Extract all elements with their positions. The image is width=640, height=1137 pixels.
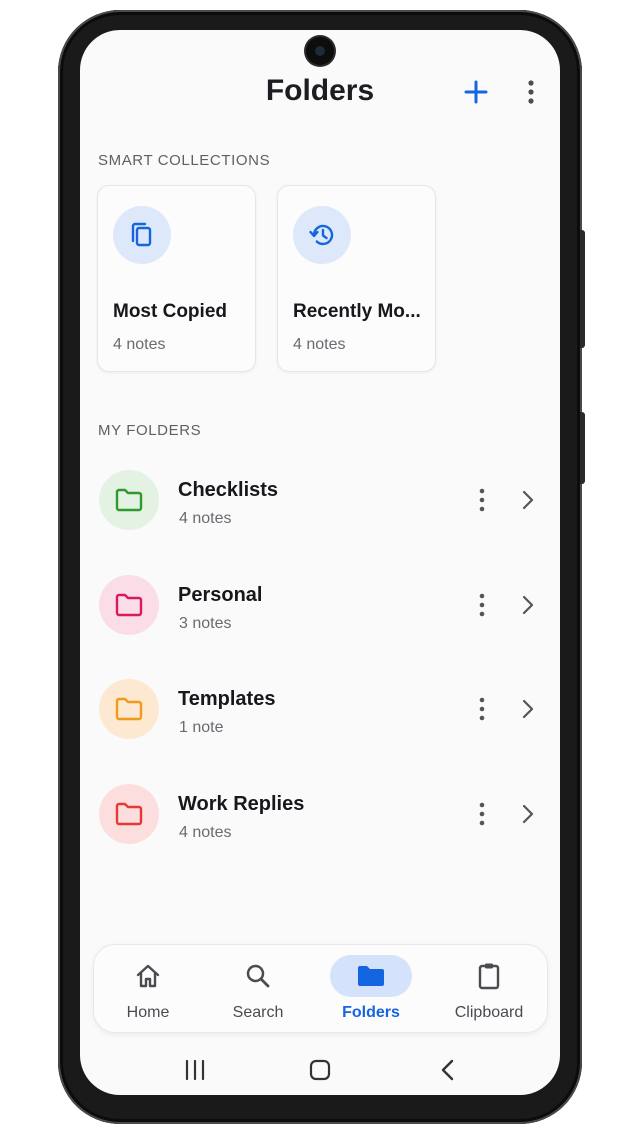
more-vert-icon — [479, 593, 485, 617]
smart-collection-most-copied[interactable]: Most Copied 4 notes — [97, 185, 256, 372]
home-system-button[interactable] — [300, 1052, 340, 1088]
more-options-button[interactable] — [520, 76, 542, 108]
smart-collection-recently-modified[interactable]: Recently Mo... 4 notes — [277, 185, 436, 372]
collection-title: Most Copied — [113, 301, 227, 322]
folder-more-button[interactable] — [472, 696, 492, 722]
folder-row-work-replies[interactable]: Work Replies 4 notes — [80, 774, 560, 854]
recent-apps-button[interactable] — [175, 1052, 215, 1088]
folder-name: Checklists — [178, 479, 279, 501]
home-icon — [93, 959, 203, 993]
nav-folders[interactable]: Folders — [316, 945, 426, 1034]
copy-icon — [113, 206, 171, 264]
folder-name: Templates — [178, 688, 276, 710]
more-vert-icon — [479, 697, 485, 721]
power-button — [580, 412, 585, 484]
nav-label: Clipboard — [454, 1004, 524, 1021]
nav-label: Home — [126, 1004, 170, 1021]
chevron-right-icon[interactable] — [518, 697, 538, 721]
folder-count: 1 note — [179, 719, 224, 736]
folder-more-button[interactable] — [472, 592, 492, 618]
folder-more-button[interactable] — [472, 487, 492, 513]
folder-row-personal[interactable]: Personal 3 notes — [80, 565, 560, 645]
chevron-right-icon[interactable] — [518, 593, 538, 617]
folder-count: 4 notes — [179, 510, 232, 527]
front-camera — [306, 37, 334, 65]
nav-label: Folders — [342, 1004, 400, 1021]
search-icon — [203, 959, 313, 993]
more-vert-icon — [479, 802, 485, 826]
more-vert-icon — [479, 488, 485, 512]
folder-icon — [99, 470, 159, 530]
recents-icon — [185, 1059, 205, 1081]
back-icon — [441, 1059, 454, 1081]
my-folders-label: MY FOLDERS — [98, 422, 202, 439]
folder-row-templates[interactable]: Templates 1 note — [80, 669, 560, 749]
folder-count: 4 notes — [179, 824, 232, 841]
folder-icon — [99, 575, 159, 635]
folder-more-button[interactable] — [472, 801, 492, 827]
screen: Folders SMART COLLECTIONS Most Copied 4 … — [80, 30, 560, 1095]
volume-button — [580, 230, 585, 348]
smart-collections-label: SMART COLLECTIONS — [98, 152, 271, 169]
folder-name: Personal — [178, 584, 263, 606]
collection-count: 4 notes — [293, 336, 346, 353]
folder-icon — [99, 679, 159, 739]
back-button[interactable] — [428, 1052, 468, 1088]
more-vert-icon — [528, 80, 534, 104]
history-icon — [293, 206, 351, 264]
folder-icon — [99, 784, 159, 844]
folder-icon — [316, 959, 426, 993]
app-header: Folders — [80, 68, 560, 118]
folder-row-checklists[interactable]: Checklists 4 notes — [80, 460, 560, 540]
chevron-right-icon[interactable] — [518, 488, 538, 512]
bottom-navigation: Home Search Folders Clipboard — [93, 944, 548, 1033]
chevron-right-icon[interactable] — [518, 802, 538, 826]
plus-icon — [464, 80, 488, 104]
nav-clipboard[interactable]: Clipboard — [434, 945, 544, 1034]
folder-count: 3 notes — [179, 615, 232, 632]
collection-title: Recently Mo... — [293, 301, 421, 322]
add-folder-button[interactable] — [460, 76, 492, 108]
collection-count: 4 notes — [113, 336, 166, 353]
nav-label: Search — [232, 1004, 284, 1021]
nav-home[interactable]: Home — [93, 945, 203, 1034]
home-square-icon — [309, 1059, 331, 1081]
folder-name: Work Replies — [178, 793, 305, 815]
clipboard-icon — [434, 959, 544, 993]
nav-search[interactable]: Search — [203, 945, 313, 1034]
